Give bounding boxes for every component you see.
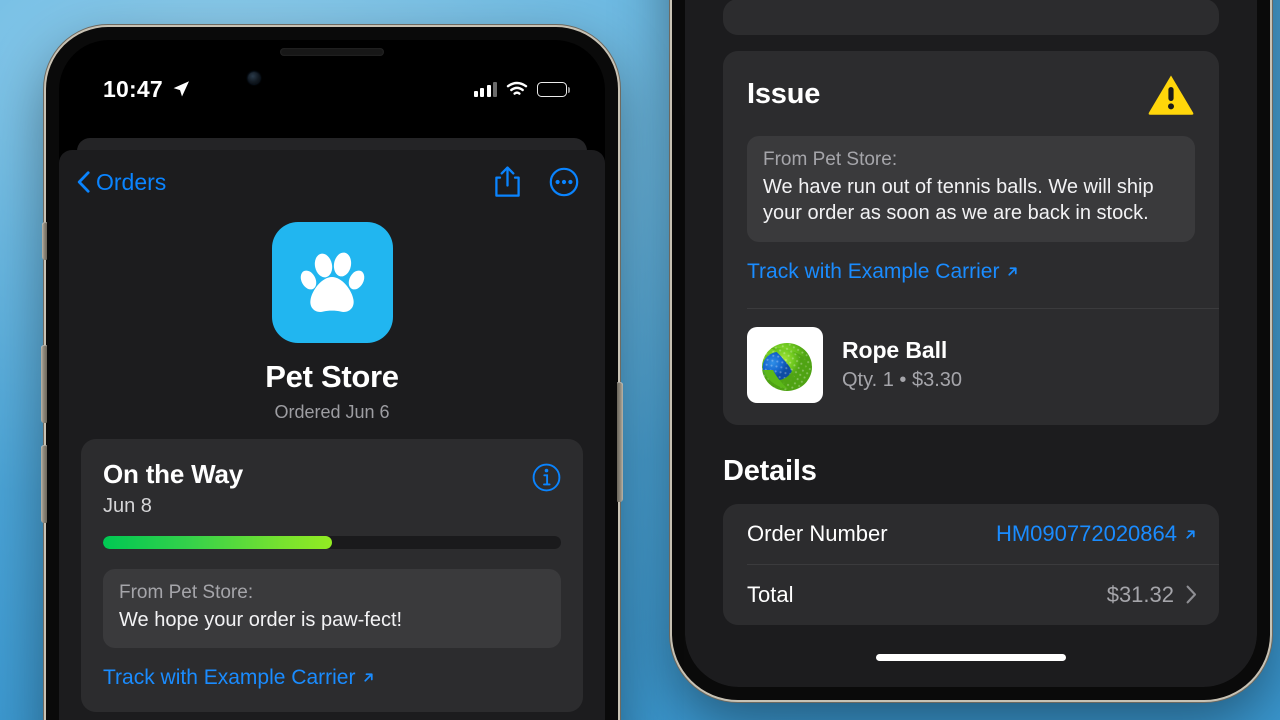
phone-right-screen: Issue From Pet Store: We have run out of… xyxy=(685,0,1257,687)
phone-left: 10:47 Orders Pet Store Ordered Jun 6 On … xyxy=(41,27,623,720)
issue-message-box: From Pet Store: We have run out of tenni… xyxy=(747,136,1195,242)
chevron-left-icon xyxy=(77,171,90,193)
phone-right: Issue From Pet Store: We have run out of… xyxy=(672,0,1270,700)
warning-triangle-icon xyxy=(1148,75,1194,115)
store-name: Pet Store xyxy=(265,359,399,394)
location-arrow-icon xyxy=(173,81,189,97)
back-to-orders-button[interactable]: Orders xyxy=(77,169,166,196)
track-carrier-label-left: Track with Example Carrier xyxy=(103,666,356,690)
wifi-icon xyxy=(506,81,528,95)
card-peek-above xyxy=(723,0,1219,35)
chevron-right-icon xyxy=(1186,585,1197,604)
status-card-header: On the Way Jun 8 xyxy=(103,459,561,518)
screenshot-stage: Issue From Pet Store: We have run out of… xyxy=(0,0,1280,720)
total-value: $31.32 xyxy=(1106,581,1174,607)
issue-card: Issue From Pet Store: We have run out of… xyxy=(723,51,1219,425)
navigation-bar: Orders xyxy=(59,150,605,214)
order-detail-scroll-right[interactable]: Issue From Pet Store: We have run out of… xyxy=(685,0,1257,687)
mute-switch[interactable] xyxy=(42,222,47,260)
store-logo xyxy=(271,222,393,343)
detail-row-order-number[interactable]: Order Number HM090772020864 xyxy=(723,504,1219,564)
track-carrier-label-right: Track with Example Carrier xyxy=(747,259,1000,283)
track-carrier-link-right[interactable]: Track with Example Carrier xyxy=(747,260,1019,284)
issue-message-from: From Pet Store: xyxy=(763,149,898,170)
order-detail-sheet: Orders Pet Store Ordered Jun 6 On the Wa… xyxy=(59,150,605,720)
store-message-from: From Pet Store: xyxy=(119,582,254,603)
product-row[interactable]: Rope Ball Qty. 1 • $3.30 xyxy=(723,309,1219,425)
home-indicator[interactable] xyxy=(876,654,1066,661)
details-card: Order Number HM090772020864 Total $31.32 xyxy=(723,503,1219,625)
back-button-label: Orders xyxy=(96,168,167,195)
store-message-body: We hope your order is paw-fect! xyxy=(119,609,403,631)
issue-message-body: We have run out of tennis balls. We will… xyxy=(763,176,1154,225)
track-carrier-link-left[interactable]: Track with Example Carrier xyxy=(103,666,375,690)
volume-up-button[interactable] xyxy=(41,345,47,423)
power-button[interactable] xyxy=(617,382,623,502)
shipment-status-card: On the Way Jun 8 From Pet Store: We hope… xyxy=(81,439,583,713)
details-section-title: Details xyxy=(723,454,817,487)
external-link-arrow-icon xyxy=(1186,530,1195,539)
store-header: Pet Store Ordered Jun 6 xyxy=(59,214,605,439)
phone-left-screen: 10:47 Orders Pet Store Ordered Jun 6 On … xyxy=(59,40,605,720)
earpiece-speaker xyxy=(280,48,384,56)
volume-down-button[interactable] xyxy=(41,445,47,523)
shipment-eta-date: Jun 8 xyxy=(103,495,152,517)
product-meta: Qty. 1 • $3.30 xyxy=(842,369,963,392)
detail-row-total[interactable]: Total $31.32 xyxy=(723,565,1219,625)
order-number-value: HM090772020864 xyxy=(995,520,1177,546)
detail-label-total: Total xyxy=(747,581,794,607)
status-bar-right xyxy=(473,81,570,97)
status-bar-left: 10:47 xyxy=(103,76,190,103)
rope-ball-toy-icon xyxy=(762,342,812,391)
external-link-arrow-icon xyxy=(1008,267,1018,276)
cellular-bars-icon xyxy=(473,81,497,97)
detail-label-order-number: Order Number xyxy=(747,520,888,546)
product-thumbnail xyxy=(747,326,823,403)
product-name: Rope Ball xyxy=(842,337,948,364)
shipment-status-title: On the Way xyxy=(103,459,244,489)
info-circle-icon[interactable] xyxy=(532,463,561,492)
store-message-box: From Pet Store: We hope your order is pa… xyxy=(103,569,561,649)
order-date: Ordered Jun 6 xyxy=(274,402,390,422)
delivery-progress-bar xyxy=(103,536,561,549)
status-bar-time: 10:47 xyxy=(103,75,163,102)
battery-icon xyxy=(537,81,570,97)
ellipsis-circle-icon[interactable] xyxy=(549,167,579,197)
paw-print-icon xyxy=(300,252,365,312)
total-value-group: $31.32 xyxy=(1107,582,1197,608)
front-camera xyxy=(248,72,260,84)
issue-title: Issue xyxy=(747,78,821,110)
delivery-progress-fill xyxy=(103,536,332,549)
external-link-arrow-icon xyxy=(364,673,374,683)
issue-header: Issue xyxy=(747,73,1195,116)
share-icon[interactable] xyxy=(494,166,521,198)
order-number-link[interactable]: HM090772020864 xyxy=(996,521,1197,547)
navigation-actions xyxy=(494,166,579,198)
